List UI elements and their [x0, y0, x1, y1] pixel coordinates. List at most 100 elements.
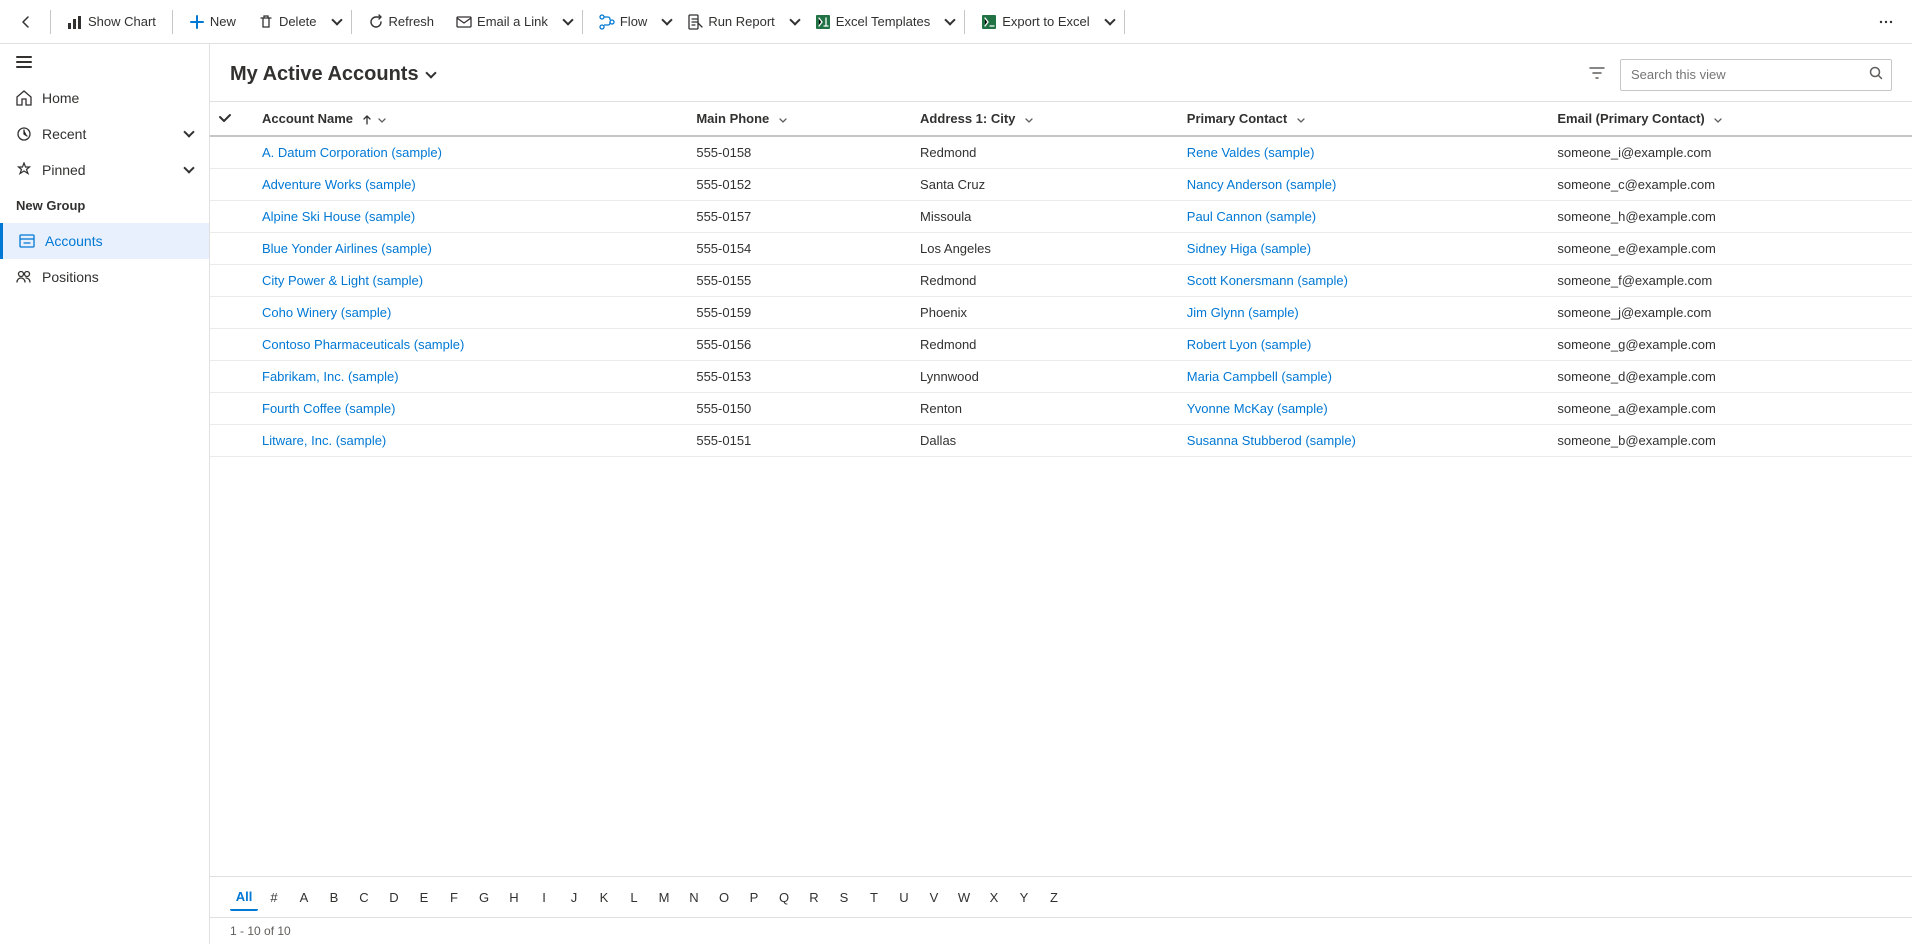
alpha-btn-u[interactable]: U [890, 883, 918, 911]
delete-button[interactable]: Delete [248, 6, 327, 38]
sidebar-item-pinned[interactable]: Pinned [0, 152, 209, 188]
show-chart-button[interactable]: Show Chart [57, 6, 166, 38]
row-checkbox[interactable] [210, 169, 250, 201]
alpha-btn-i[interactable]: I [530, 883, 558, 911]
more-options-button[interactable] [1868, 6, 1904, 38]
row-checkbox[interactable] [210, 425, 250, 457]
select-all-header[interactable] [210, 102, 250, 136]
cell-account-name: Litware, Inc. (sample) [250, 425, 684, 457]
contact-link[interactable]: Sidney Higa (sample) [1187, 241, 1311, 256]
back-button[interactable] [8, 6, 44, 38]
search-button[interactable] [1861, 59, 1891, 91]
row-checkbox[interactable] [210, 329, 250, 361]
excel-templates-button[interactable]: Excel Templates [805, 6, 940, 38]
sidebar-item-accounts[interactable]: Accounts [0, 223, 209, 259]
row-checkbox[interactable] [210, 393, 250, 425]
alpha-btn-l[interactable]: L [620, 883, 648, 911]
alpha-btn-#[interactable]: # [260, 883, 288, 911]
delete-chevron[interactable] [329, 6, 345, 38]
sidebar-item-positions[interactable]: Positions [0, 259, 209, 295]
account-name-link[interactable]: Fourth Coffee (sample) [262, 401, 395, 416]
alpha-btn-j[interactable]: J [560, 883, 588, 911]
row-checkbox[interactable] [210, 297, 250, 329]
new-button[interactable]: New [179, 6, 246, 38]
alpha-btn-d[interactable]: D [380, 883, 408, 911]
contact-link[interactable]: Yvonne McKay (sample) [1187, 401, 1328, 416]
contact-link[interactable]: Nancy Anderson (sample) [1187, 177, 1337, 192]
alpha-btn-s[interactable]: S [830, 883, 858, 911]
alpha-btn-f[interactable]: F [440, 883, 468, 911]
alpha-btn-w[interactable]: W [950, 883, 978, 911]
contact-link[interactable]: Scott Konersmann (sample) [1187, 273, 1348, 288]
row-checkbox[interactable] [210, 136, 250, 169]
alpha-btn-p[interactable]: P [740, 883, 768, 911]
email-link-chevron[interactable] [560, 6, 576, 38]
row-checkbox[interactable] [210, 265, 250, 297]
account-name-link[interactable]: Adventure Works (sample) [262, 177, 416, 192]
col-city[interactable]: Address 1: City [908, 102, 1175, 136]
alpha-btn-m[interactable]: M [650, 883, 678, 911]
alpha-btn-y[interactable]: Y [1010, 883, 1038, 911]
alpha-btn-z[interactable]: Z [1040, 883, 1068, 911]
account-name-link[interactable]: Fabrikam, Inc. (sample) [262, 369, 399, 384]
alpha-btn-n[interactable]: N [680, 883, 708, 911]
alpha-btn-x[interactable]: X [980, 883, 1008, 911]
email-link-label: Email a Link [477, 14, 548, 29]
row-checkbox[interactable] [210, 201, 250, 233]
account-name-link[interactable]: Blue Yonder Airlines (sample) [262, 241, 432, 256]
contact-link[interactable]: Rene Valdes (sample) [1187, 145, 1315, 160]
contact-link[interactable]: Robert Lyon (sample) [1187, 337, 1312, 352]
table-row: City Power & Light (sample) 555-0155 Red… [210, 265, 1912, 297]
export-excel-chevron[interactable] [1102, 6, 1118, 38]
alpha-btn-g[interactable]: G [470, 883, 498, 911]
hamburger-icon [16, 56, 32, 68]
refresh-button[interactable]: Refresh [358, 6, 445, 38]
alpha-btn-c[interactable]: C [350, 883, 378, 911]
col-main-phone[interactable]: Main Phone [684, 102, 908, 136]
account-name-link[interactable]: City Power & Light (sample) [262, 273, 423, 288]
contact-link[interactable]: Susanna Stubberod (sample) [1187, 433, 1356, 448]
account-name-link[interactable]: Alpine Ski House (sample) [262, 209, 415, 224]
col-account-name[interactable]: Account Name [250, 102, 684, 136]
alpha-btn-o[interactable]: O [710, 883, 738, 911]
alpha-btn-all[interactable]: All [230, 883, 258, 911]
alpha-btn-v[interactable]: V [920, 883, 948, 911]
contact-link[interactable]: Jim Glynn (sample) [1187, 305, 1299, 320]
alpha-btn-q[interactable]: Q [770, 883, 798, 911]
alpha-btn-a[interactable]: A [290, 883, 318, 911]
alpha-btn-b[interactable]: B [320, 883, 348, 911]
account-name-link[interactable]: A. Datum Corporation (sample) [262, 145, 442, 160]
alpha-btn-k[interactable]: K [590, 883, 618, 911]
col-primary-contact[interactable]: Primary Contact [1175, 102, 1546, 136]
flow-chevron[interactable] [659, 6, 675, 38]
flow-button[interactable]: Flow [589, 6, 657, 38]
alpha-btn-t[interactable]: T [860, 883, 888, 911]
hamburger-menu[interactable] [0, 44, 209, 80]
search-input[interactable] [1621, 67, 1861, 82]
alpha-btn-h[interactable]: H [500, 883, 528, 911]
contact-link[interactable]: Maria Campbell (sample) [1187, 369, 1332, 384]
excel-templates-label: Excel Templates [836, 14, 930, 29]
accounts-icon [19, 233, 35, 249]
cell-contact: Jim Glynn (sample) [1175, 297, 1546, 329]
contact-link[interactable]: Paul Cannon (sample) [1187, 209, 1316, 224]
alpha-btn-e[interactable]: E [410, 883, 438, 911]
account-name-link[interactable]: Contoso Pharmaceuticals (sample) [262, 337, 464, 352]
run-report-button[interactable]: Run Report [677, 6, 784, 38]
account-name-link[interactable]: Litware, Inc. (sample) [262, 433, 386, 448]
excel-templates-chevron[interactable] [942, 6, 958, 38]
sidebar-item-home[interactable]: Home [0, 80, 209, 116]
sidebar-item-recent[interactable]: Recent [0, 116, 209, 152]
run-report-chevron[interactable] [787, 6, 803, 38]
cell-email: someone_a@example.com [1545, 393, 1912, 425]
row-checkbox[interactable] [210, 233, 250, 265]
filter-button[interactable] [1582, 58, 1612, 91]
col-email[interactable]: Email (Primary Contact) [1545, 102, 1912, 136]
export-excel-button[interactable]: Export to Excel [971, 6, 1099, 38]
alpha-btn-r[interactable]: R [800, 883, 828, 911]
row-checkbox[interactable] [210, 361, 250, 393]
view-title-chevron[interactable] [427, 59, 435, 91]
cell-phone: 555-0154 [684, 233, 908, 265]
email-link-button[interactable]: Email a Link [446, 6, 558, 38]
account-name-link[interactable]: Coho Winery (sample) [262, 305, 391, 320]
